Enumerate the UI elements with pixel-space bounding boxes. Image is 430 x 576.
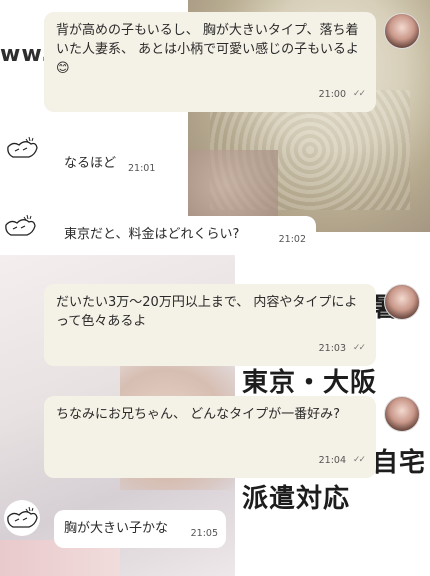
message-bubble-outgoing[interactable]: だいたい3万〜20万円以上まで、 内容やタイプによって色々あるよ 21:03 ✓…: [44, 284, 376, 366]
background-ad-haken: 派遣対応: [242, 484, 351, 514]
avatar-girl[interactable]: [384, 13, 420, 49]
message-time: 21:00: [318, 89, 346, 100]
read-check-icon: ✓✓: [352, 343, 366, 353]
message-time: 21:04: [318, 455, 346, 466]
message-text: 背が高めの子もいるし、 胸が大きいタイプ、落ち着いた人妻系、 あとは小柄で可愛い…: [56, 23, 359, 76]
message-bubble-outgoing[interactable]: 背が高めの子もいるし、 胸が大きいタイプ、落ち着いた人妻系、 あとは小柄で可愛い…: [44, 12, 376, 112]
message-bubble-incoming[interactable]: 東京だと、料金はどれくらい? 21:02: [54, 216, 316, 254]
avatar-girl[interactable]: [384, 396, 420, 432]
message-bubble-incoming[interactable]: なるほど 21:01: [52, 146, 160, 182]
avatar-guy[interactable]: [2, 208, 38, 244]
doodle-avatar-icon: [7, 136, 38, 158]
message-text: 東京だと、料金はどれくらい?: [64, 227, 240, 242]
message-text: ちなみにお兄ちゃん、 どんなタイプが一番好み?: [56, 407, 341, 422]
message-text: だいたい3万〜20万円以上まで、 内容やタイプによって色々あるよ: [56, 295, 358, 329]
doodle-avatar-icon: [7, 506, 38, 528]
avatar-guy[interactable]: [4, 130, 40, 166]
avatar-girl[interactable]: [384, 284, 420, 320]
message-time: 21:05: [190, 528, 218, 539]
background-ad-tokyo-osaka: 東京・大阪: [242, 368, 378, 398]
read-check-icon: ✓✓: [352, 89, 366, 99]
background-ad-jitaku: 自宅: [372, 448, 427, 478]
avatar-guy[interactable]: [4, 500, 40, 536]
doodle-avatar-icon: [5, 214, 36, 236]
message-bubble-incoming[interactable]: 胸が大きい子かな 21:05: [54, 510, 226, 548]
message-time: 21:03: [318, 343, 346, 354]
read-check-icon: ✓✓: [352, 455, 366, 465]
message-time: 21:02: [278, 234, 306, 245]
message-time: 21:01: [128, 163, 156, 174]
message-bubble-outgoing[interactable]: ちなみにお兄ちゃん、 どんなタイプが一番好み? 21:04 ✓✓: [44, 396, 376, 478]
